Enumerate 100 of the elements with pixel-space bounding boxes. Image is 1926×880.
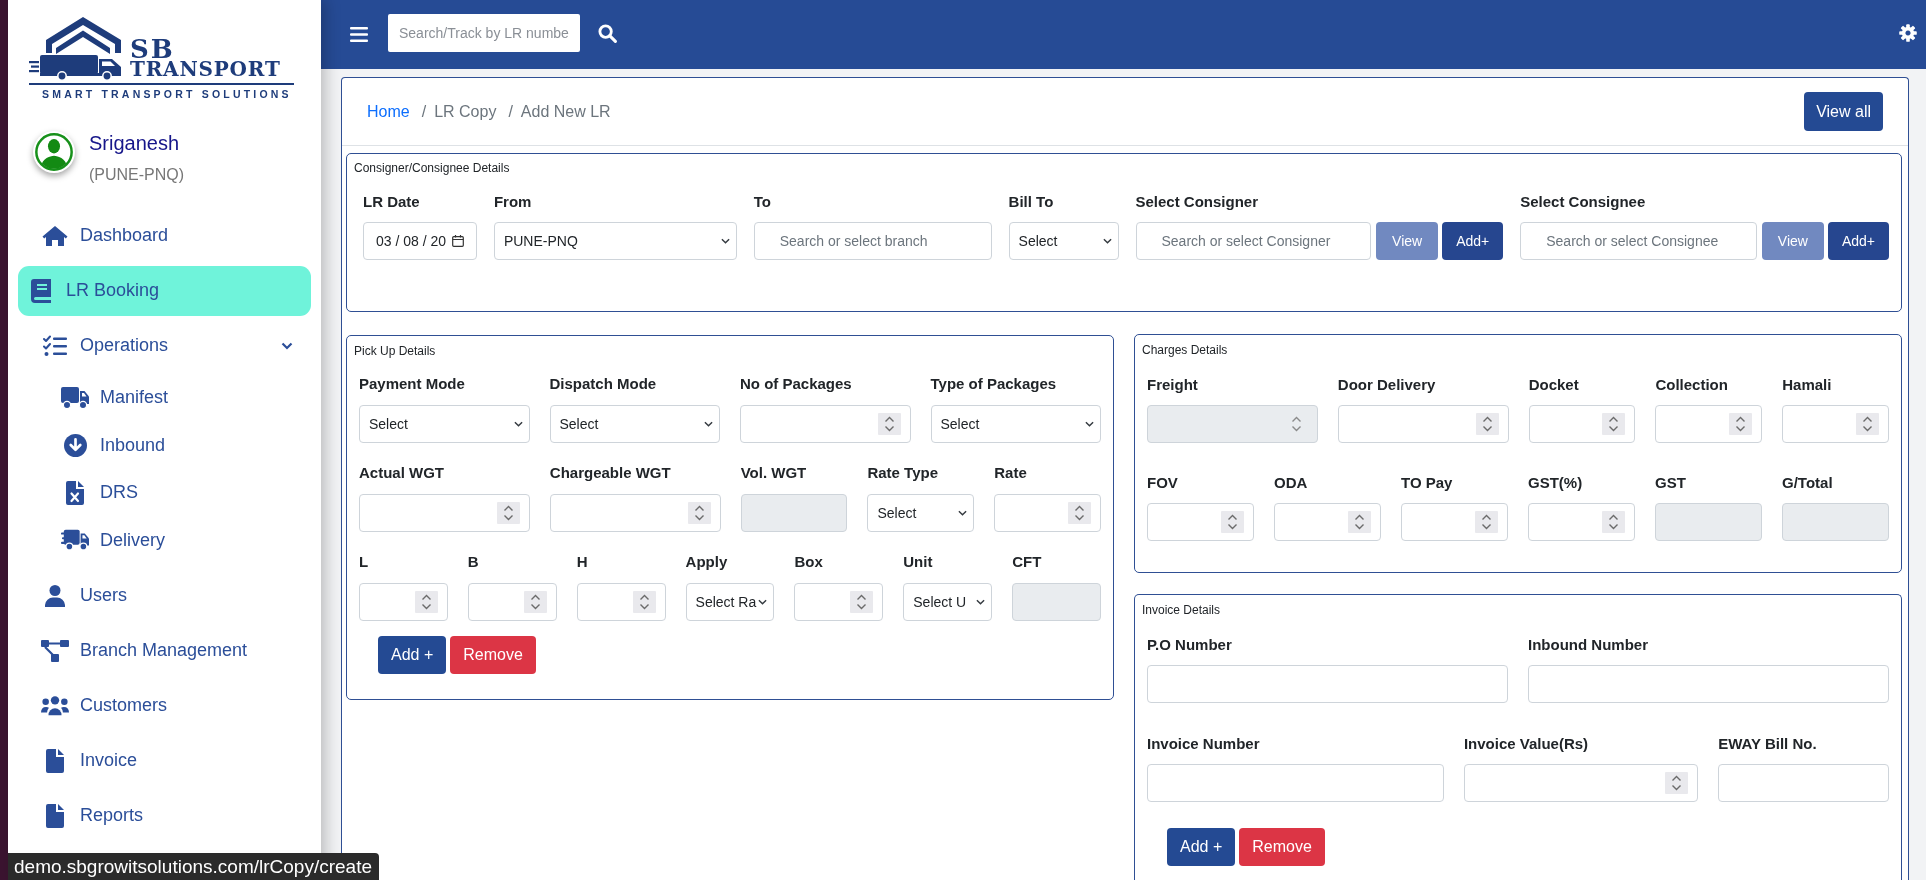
spinner-icon[interactable] bbox=[1856, 413, 1879, 435]
field-label: Dispatch Mode bbox=[549, 374, 657, 394]
field-label: Rate Type bbox=[867, 463, 938, 483]
spinner-icon[interactable] bbox=[1348, 511, 1371, 533]
view-all-button[interactable]: View all bbox=[1804, 92, 1883, 131]
number-field[interactable] bbox=[1337, 405, 1509, 443]
nav-item[interactable]: Inbound bbox=[18, 423, 311, 467]
select-field[interactable]: Select U bbox=[903, 583, 993, 621]
spinner-icon[interactable] bbox=[687, 502, 711, 524]
text-field[interactable] bbox=[1147, 665, 1508, 703]
field-label: Docket bbox=[1528, 375, 1579, 395]
text-field[interactable] bbox=[1528, 665, 1889, 703]
number-field[interactable] bbox=[794, 583, 884, 621]
spinner-icon[interactable] bbox=[414, 591, 438, 613]
search-field[interactable]: Search/Track by LR numbe bbox=[388, 14, 580, 52]
field-label: GST(%) bbox=[1528, 473, 1583, 493]
spinner-icon[interactable] bbox=[1221, 511, 1244, 533]
nav-item[interactable]: Operations bbox=[18, 320, 311, 371]
remove-button[interactable]: Remove bbox=[450, 636, 536, 674]
spinner-icon[interactable] bbox=[1068, 502, 1091, 524]
menu-icon[interactable] bbox=[350, 27, 368, 42]
select-field[interactable]: Select bbox=[549, 405, 720, 443]
select-field[interactable]: Select Ra bbox=[685, 583, 775, 621]
field-label: Apply bbox=[685, 552, 728, 572]
field-label: Bill To bbox=[1008, 192, 1054, 212]
chevron-down-icon[interactable] bbox=[281, 341, 293, 350]
number-field[interactable] bbox=[1147, 503, 1254, 541]
select-field[interactable]: Select bbox=[867, 494, 975, 532]
number-field[interactable] bbox=[549, 494, 721, 532]
panel-title: Invoice Details bbox=[1142, 602, 1221, 618]
nav-item[interactable]: Users bbox=[18, 570, 311, 621]
field-label: Type of Packages bbox=[930, 374, 1057, 394]
field-label: Unit bbox=[903, 552, 933, 572]
field-label: FOV bbox=[1147, 473, 1178, 493]
spinner-icon[interactable] bbox=[1602, 413, 1626, 435]
nav-item[interactable]: Manifest bbox=[18, 375, 311, 420]
settings-icon[interactable] bbox=[1899, 24, 1917, 42]
number-field[interactable] bbox=[359, 494, 530, 532]
breadcrumb-item: Add New LR bbox=[520, 102, 611, 121]
spinner-icon[interactable] bbox=[1475, 413, 1499, 435]
nav-item[interactable]: Customers bbox=[18, 680, 311, 731]
number-field[interactable] bbox=[1528, 405, 1636, 443]
nav-item[interactable]: Invoice bbox=[18, 735, 311, 786]
number-field[interactable] bbox=[576, 583, 666, 621]
field-label: CFT bbox=[1012, 552, 1042, 572]
number-field[interactable] bbox=[1782, 405, 1889, 443]
add-button[interactable]: Add + bbox=[378, 636, 447, 674]
number-field[interactable] bbox=[1655, 405, 1763, 443]
add-button[interactable]: Add+ bbox=[1827, 222, 1889, 260]
spinner-icon[interactable] bbox=[632, 591, 656, 613]
select-field[interactable]: PUNE-PNQ bbox=[493, 222, 737, 260]
date-field[interactable]: 03 / 08 / 20 bbox=[363, 222, 477, 260]
spinner-icon[interactable] bbox=[1729, 413, 1753, 435]
chevron-down-icon bbox=[956, 510, 968, 516]
nav-item[interactable]: Dashboard bbox=[18, 210, 311, 261]
chevron-down-icon bbox=[1083, 421, 1094, 427]
nav-item[interactable]: Branch Management bbox=[18, 625, 311, 676]
breadcrumb-link[interactable]: Home bbox=[367, 102, 410, 121]
fast-truck-icon bbox=[61, 529, 89, 551]
number-field[interactable] bbox=[1401, 503, 1508, 541]
search-field[interactable]: Search or select Consigner bbox=[1135, 222, 1372, 260]
search-field[interactable]: Search or select branch bbox=[753, 222, 992, 260]
spinner-icon[interactable] bbox=[877, 413, 901, 435]
number-field[interactable] bbox=[467, 583, 557, 621]
field-label: ODA bbox=[1274, 473, 1308, 493]
field-label: EWAY Bill No. bbox=[1718, 734, 1817, 754]
spinner-icon[interactable] bbox=[850, 591, 874, 613]
add-button[interactable]: Add+ bbox=[1442, 222, 1504, 260]
text-field[interactable] bbox=[1718, 764, 1889, 802]
spinner-icon[interactable] bbox=[1665, 772, 1689, 794]
select-field[interactable]: Select bbox=[1008, 222, 1119, 260]
select-field[interactable]: Select bbox=[359, 405, 530, 443]
file-icon bbox=[46, 803, 64, 828]
number-field[interactable] bbox=[1528, 503, 1635, 541]
add-button[interactable]: Add + bbox=[1167, 828, 1236, 866]
nav-item[interactable]: Reports bbox=[18, 790, 311, 841]
remove-button[interactable]: Remove bbox=[1239, 828, 1325, 866]
text-field[interactable] bbox=[1147, 764, 1444, 802]
spinner-icon[interactable] bbox=[1475, 511, 1498, 533]
spinner-icon[interactable] bbox=[523, 591, 547, 613]
brand-tagline: SMART TRANSPORT SOLUTIONS bbox=[42, 87, 292, 100]
field-label: Select Consignee bbox=[1520, 192, 1646, 212]
chevron-down-icon bbox=[974, 599, 986, 605]
search-field[interactable]: Search or select Consignee bbox=[1520, 222, 1757, 260]
home-icon bbox=[42, 224, 68, 247]
calendar-icon[interactable] bbox=[451, 235, 464, 247]
number-field[interactable] bbox=[740, 405, 911, 443]
spinner-icon[interactable] bbox=[1602, 511, 1625, 533]
nav-item[interactable]: LR Booking bbox=[18, 265, 311, 316]
number-field[interactable] bbox=[1274, 503, 1381, 541]
number-field[interactable] bbox=[359, 583, 448, 621]
select-field[interactable]: Select bbox=[930, 405, 1101, 443]
number-field[interactable] bbox=[994, 494, 1101, 532]
nav-item[interactable]: Delivery bbox=[18, 518, 311, 562]
nav-item[interactable]: DRS bbox=[18, 470, 311, 515]
field-label: To bbox=[753, 192, 771, 212]
spinner-icon[interactable] bbox=[496, 502, 520, 524]
field-label: B bbox=[467, 552, 479, 572]
search-icon[interactable] bbox=[598, 23, 617, 43]
number-field[interactable] bbox=[1463, 764, 1699, 802]
